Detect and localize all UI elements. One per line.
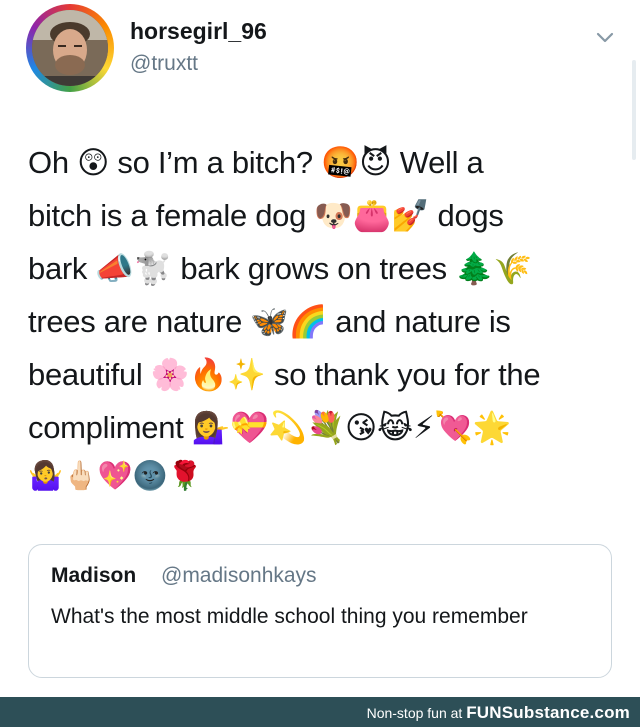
tweet-text: Oh 😲 so I’m a bitch? 🤬😈 Well a bitch is … [28, 136, 618, 454]
avatar[interactable] [26, 4, 114, 92]
tweet-text-line: Oh 😲 so I’m a bitch? 🤬😈 Well a [28, 145, 484, 180]
footer-tagline: Non-stop fun at [366, 705, 463, 721]
user-handle[interactable]: @truxtt [130, 52, 198, 76]
watermark-footer: Non-stop fun at FUNSubstance.com [0, 697, 640, 727]
avatar-face-icon [32, 10, 108, 86]
tweet-text-line: bark 📣🐩 bark grows on trees 🌲🌾 [28, 251, 532, 286]
display-name[interactable]: horsegirl_96 [130, 18, 267, 45]
scrollbar[interactable] [632, 60, 636, 160]
footer-text: Non-stop fun at FUNSubstance.com [367, 703, 630, 723]
quoted-tweet-text: What's the most middle school thing you … [51, 605, 528, 628]
avatar-photo [32, 10, 108, 86]
tweet-text-line: trees are nature 🦋🌈 and nature is [28, 304, 511, 339]
tweet-text-line: compliment 💁‍♀️💝💫💐😘😹⚡💘🌟 [28, 410, 512, 445]
tweet-text-line: beautiful 🌸🔥✨ so thank you for the [28, 357, 541, 392]
tweet-text-line: bitch is a female dog 🐶👛💅 dogs [28, 198, 504, 233]
quoted-tweet-name: Madison [51, 564, 137, 587]
tweet-card: horsegirl_96 @truxtt Oh 😲 so I’m a bitch… [0, 0, 640, 697]
quoted-tweet[interactable]: Madison @madisonhkays What's the most mi… [28, 544, 612, 678]
emoji-row: 🤷‍♀️🖕🏻💖🌚🌹 [28, 460, 203, 491]
quoted-tweet-handle: @madisonhkays [161, 564, 317, 587]
footer-brand[interactable]: FUNSubstance.com [466, 703, 630, 722]
chevron-down-icon[interactable] [594, 26, 616, 48]
